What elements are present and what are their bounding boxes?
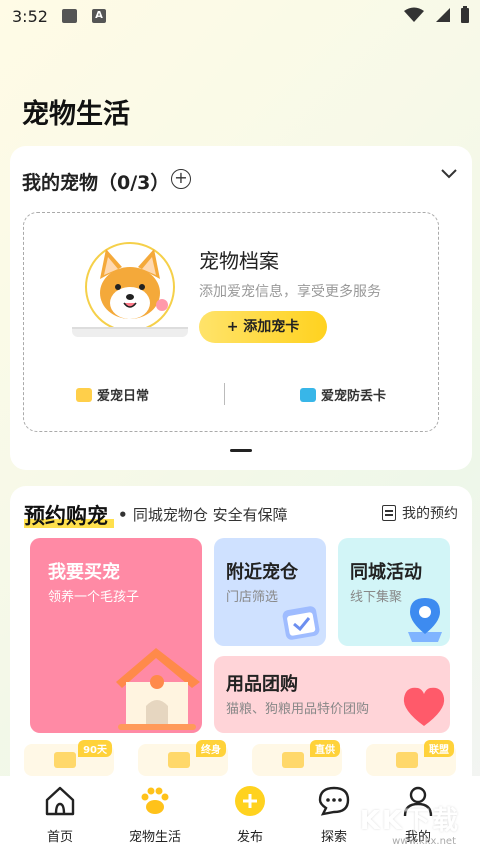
my-pets-card: 我的宠物（0/3） + 宠物档案 添加爱宠信息，享受更多服务 + 添加宠卡 爱宠… xyxy=(10,146,472,470)
star-icon xyxy=(282,752,304,768)
location-pin-icon xyxy=(408,598,442,642)
page-title: 宠物生活 xyxy=(22,99,130,130)
tab-home-label: 首页 xyxy=(46,830,73,845)
tab-publish[interactable]: 发布 xyxy=(202,776,298,853)
tab-home[interactable]: 首页 xyxy=(12,776,108,853)
font-icon: A xyxy=(92,9,106,23)
booking-card: 预约购宠 同城宠物仓 安全有保障 我的预约 我要买宠 领养一个毛孩子 附近宠仓 … xyxy=(10,486,472,776)
crown-icon xyxy=(168,752,190,768)
add-pet-card-button[interactable]: + 添加宠卡 xyxy=(199,311,327,343)
house-icon xyxy=(396,752,418,768)
city-event-tile[interactable]: 同城活动 线下集聚 xyxy=(338,538,450,646)
booking-title-text: 预约购宠 xyxy=(24,504,108,528)
mini-card-1[interactable]: 90天 xyxy=(24,740,114,776)
city-event-subtitle: 线下集聚 xyxy=(350,590,403,605)
wifi-icon xyxy=(404,7,424,22)
add-pet-plus-icon[interactable]: + xyxy=(171,169,191,189)
mini-badge-3: 直供 xyxy=(310,740,340,757)
divider xyxy=(224,383,225,405)
nearby-store-title: 附近宠仓 xyxy=(226,562,298,583)
status-time: 3:52 xyxy=(12,7,48,26)
battery-icon xyxy=(461,6,469,23)
gallery-icon xyxy=(62,9,77,23)
watermark: KK下载 xyxy=(359,806,460,836)
my-appointments-link[interactable]: 我的预约 xyxy=(382,503,458,523)
chat-icon xyxy=(318,786,350,816)
group-buy-subtitle: 猫粮、狗粮用品特价团购 xyxy=(226,702,370,717)
mini-card-3[interactable]: 直供 xyxy=(252,740,342,776)
watermark-url: www.kkx.net xyxy=(392,836,456,847)
my-pets-heading: 我的宠物（0/3） xyxy=(22,172,170,194)
buy-pet-subtitle: 领养一个毛孩子 xyxy=(48,590,140,605)
tab-publish-label: 发布 xyxy=(236,830,263,845)
doghouse-icon xyxy=(116,648,200,730)
booking-title: 预约购宠 xyxy=(24,500,114,530)
pet-daily-label: 爱宠日常 xyxy=(97,389,150,404)
signal-icon xyxy=(436,8,450,22)
id-card-icon xyxy=(300,387,316,402)
booking-subtitle: 同城宠物仓 安全有保障 xyxy=(118,504,288,525)
mini-badge-1: 90天 xyxy=(78,740,112,757)
pet-lost-label: 爱宠防丢卡 xyxy=(321,389,387,404)
tab-pet-life-label: 宠物生活 xyxy=(128,830,181,845)
buy-pet-title: 我要买宠 xyxy=(48,562,120,583)
group-buy-tile[interactable]: 用品团购 猫粮、狗粮用品特价团购 xyxy=(214,656,450,733)
carousel-indicator xyxy=(230,449,252,452)
pet-daily-link[interactable]: 爱宠日常 xyxy=(76,385,149,404)
status-icons xyxy=(404,6,470,24)
group-buy-title: 用品团购 xyxy=(226,674,298,695)
home-icon xyxy=(45,786,75,816)
mini-badge-2: 终身 xyxy=(196,740,226,757)
chevron-down-icon[interactable] xyxy=(440,168,458,180)
plus-icon xyxy=(235,786,265,816)
document-icon xyxy=(382,505,396,521)
tab-pet-life[interactable]: 宠物生活 xyxy=(107,776,203,853)
archive-title: 宠物档案 xyxy=(199,249,279,273)
dog-pedestal xyxy=(72,327,188,337)
heart-icon xyxy=(403,687,445,726)
pet-lost-card-link[interactable]: 爱宠防丢卡 xyxy=(300,385,386,404)
photo-icon xyxy=(76,387,92,402)
status-bar: 3:52 A xyxy=(0,0,480,34)
mini-badge-4: 联盟 xyxy=(424,740,454,757)
gift-icon xyxy=(54,752,76,768)
archive-subtitle: 添加爱宠信息，享受更多服务 xyxy=(199,284,381,300)
corgi-illustration xyxy=(85,242,175,331)
my-appointments-label: 我的预约 xyxy=(402,506,458,522)
mini-card-2[interactable]: 终身 xyxy=(138,740,228,776)
paw-icon xyxy=(141,787,169,814)
pet-archive-box[interactable]: 宠物档案 添加爱宠信息，享受更多服务 + 添加宠卡 爱宠日常 爱宠防丢卡 xyxy=(23,212,439,432)
city-event-title: 同城活动 xyxy=(350,562,422,583)
nearby-store-subtitle: 门店筛选 xyxy=(226,590,279,605)
nearby-store-tile[interactable]: 附近宠仓 门店筛选 xyxy=(214,538,326,646)
mini-card-4[interactable]: 联盟 xyxy=(366,740,456,776)
calendar-check-icon xyxy=(282,606,320,640)
buy-pet-tile[interactable]: 我要买宠 领养一个毛孩子 xyxy=(30,538,202,733)
